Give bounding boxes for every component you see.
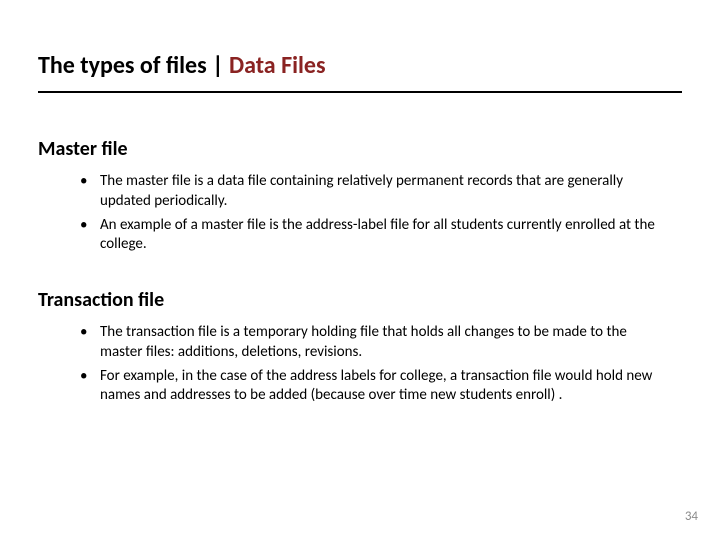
list-item: An example of a master file is the addre…	[76, 216, 668, 256]
section-heading-transaction-file: Transaction file	[38, 288, 682, 312]
slide: The types of files | Data Files Master f…	[0, 0, 720, 540]
list-item: For example, in the case of the address …	[76, 367, 668, 407]
title-block: The types of files | Data Files	[38, 52, 682, 93]
bullet-list-master-file: The master file is a data file containin…	[76, 172, 668, 259]
title-part2: Data Files	[229, 51, 326, 80]
list-item: The master file is a data file containin…	[76, 172, 668, 212]
slide-title: The types of files | Data Files	[38, 52, 682, 81]
list-item: The transaction file is a temporary hold…	[76, 323, 668, 363]
section-heading-master-file: Master file	[38, 137, 682, 161]
page-number: 34	[685, 509, 698, 524]
bullet-list-transaction-file: The transaction file is a temporary hold…	[76, 323, 668, 410]
title-part1: The types of files |	[38, 51, 229, 80]
title-underline	[38, 91, 682, 93]
